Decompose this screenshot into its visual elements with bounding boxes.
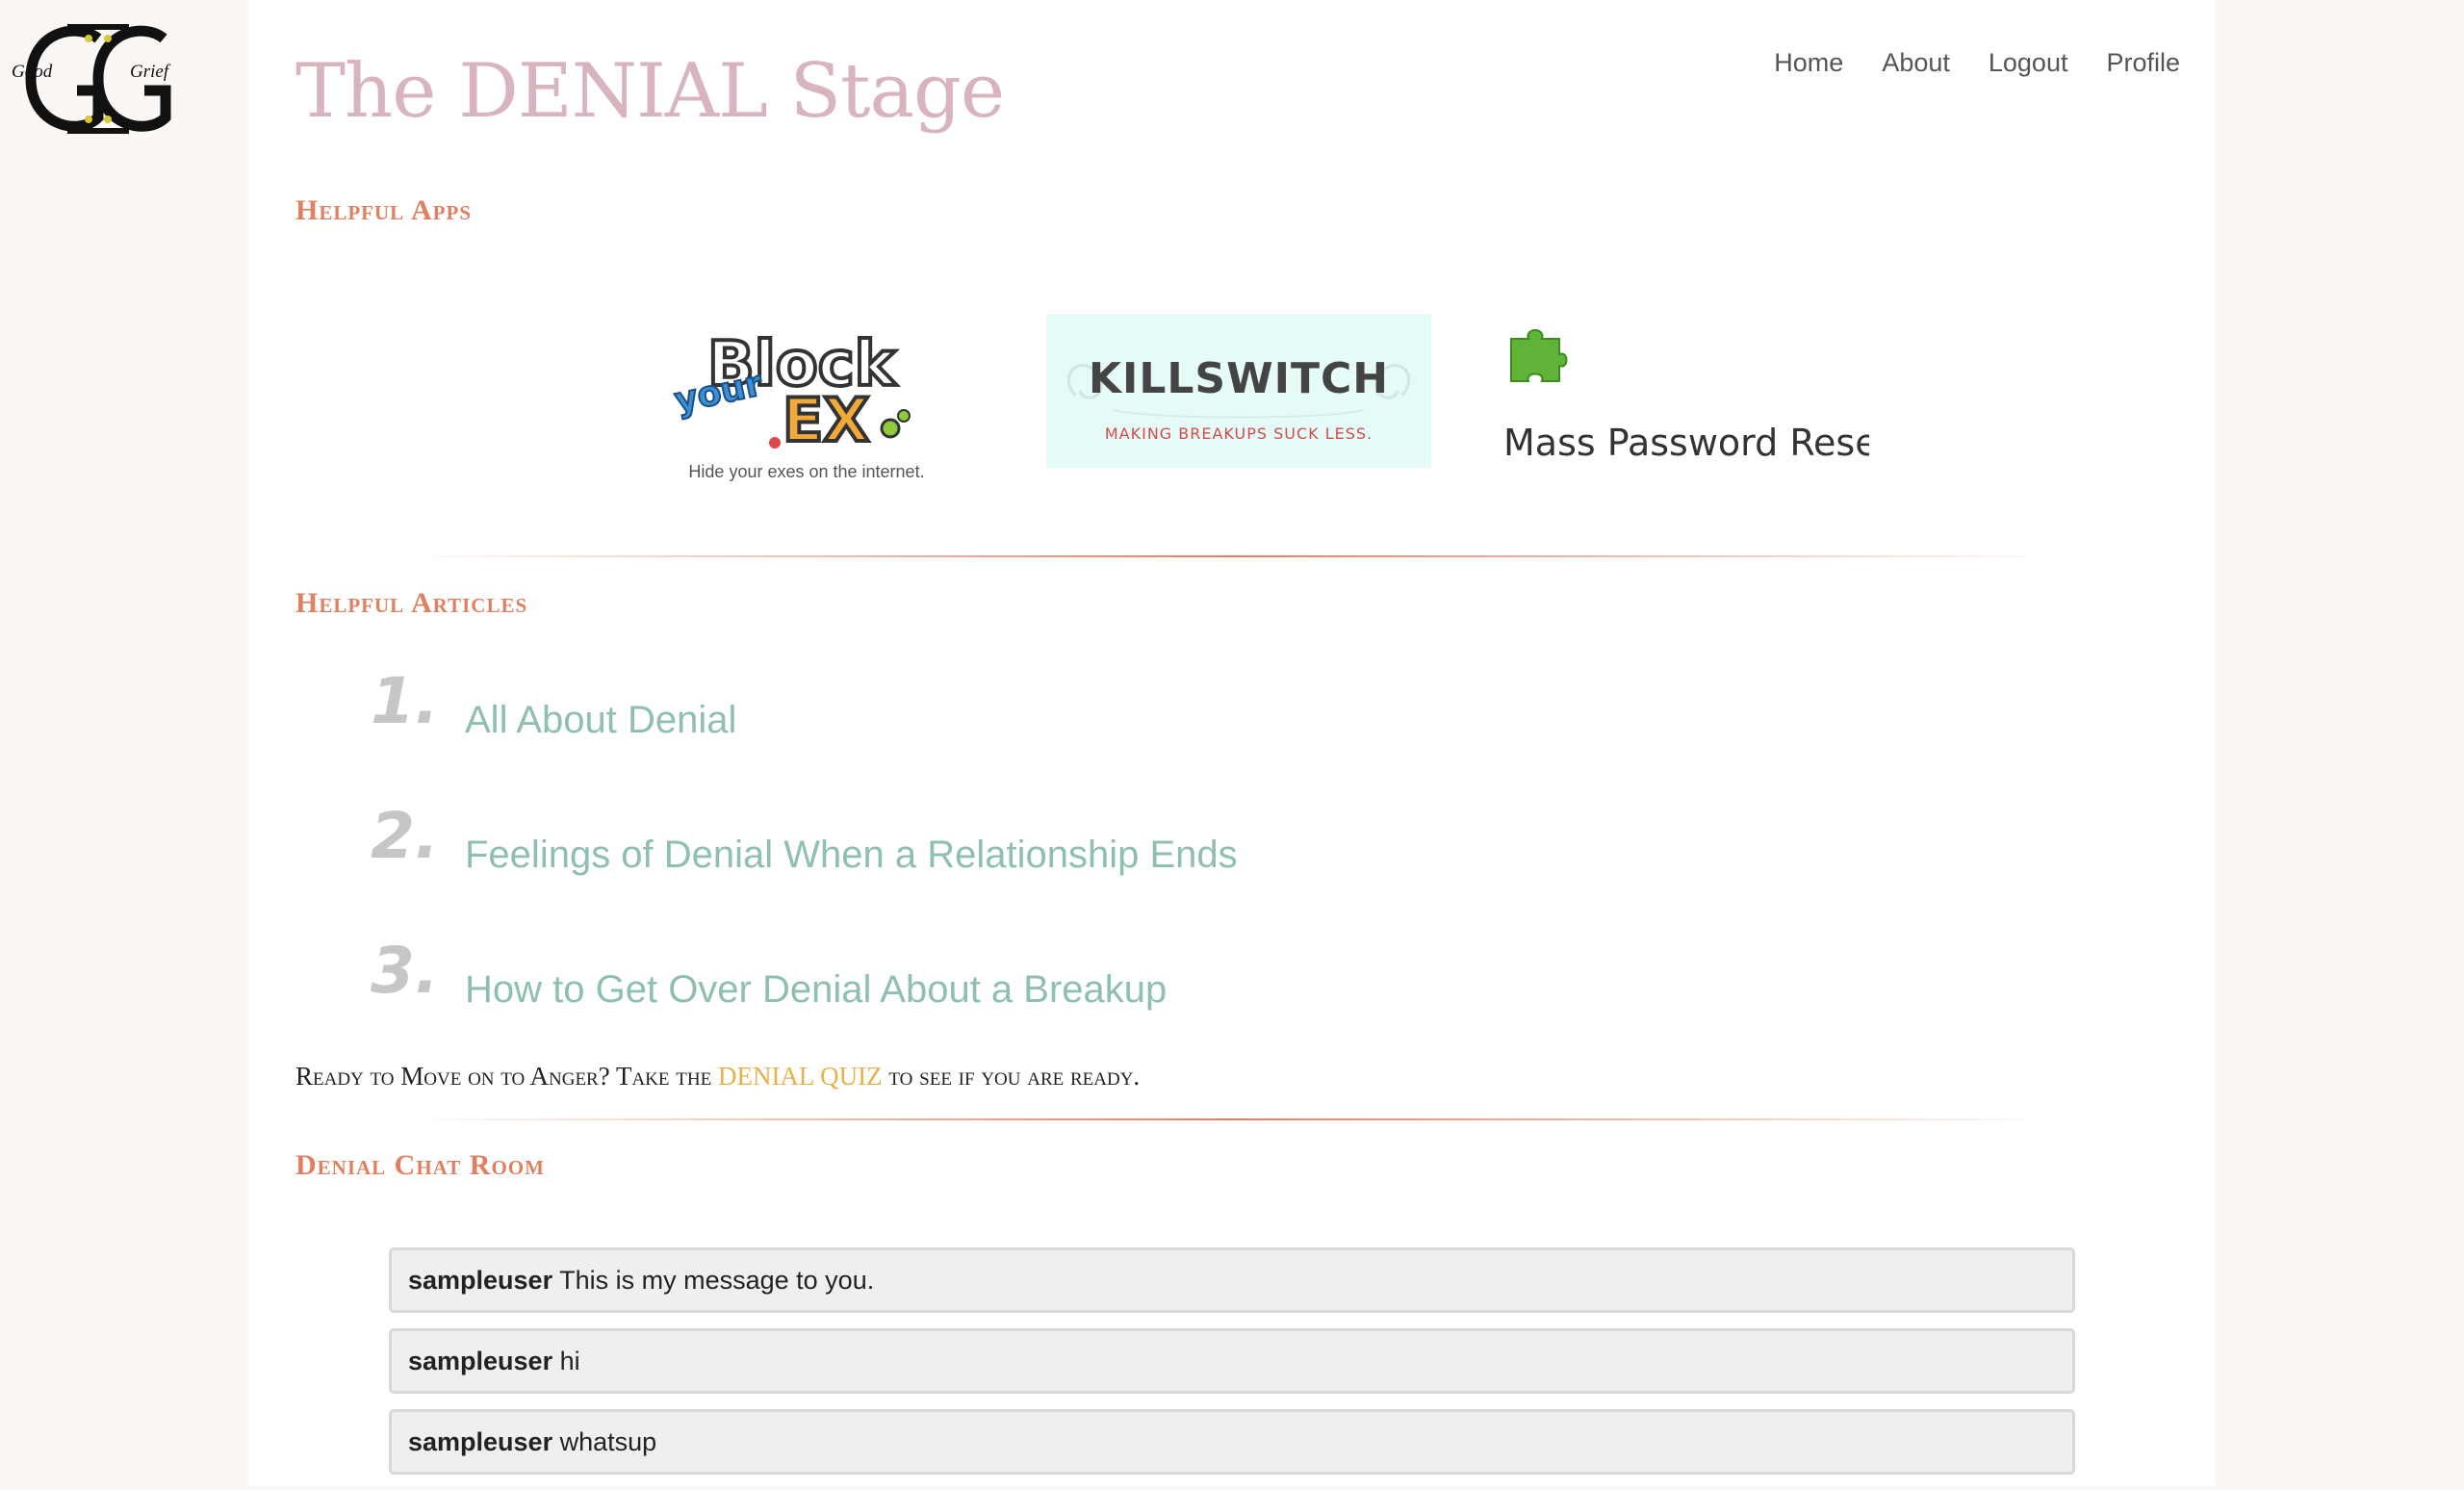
chat-text: This is my message to you. [559,1266,875,1295]
ex-word: EX [783,385,869,455]
article-link[interactable]: How to Get Over Denial About a Breakup [465,968,1167,1012]
list-item: 3. How to Get Over Denial About a Breaku… [247,934,1691,1030]
article-number: 2. [371,799,439,873]
quiz-prefix: Ready to Move on to Anger? Take the [295,1062,712,1091]
list-item: 1. All About Denial [247,664,1691,760]
chat-username: sampleuser [408,1266,553,1295]
denial-quiz-link[interactable]: DENIAL QUIZ [718,1062,883,1091]
chat-username: sampleuser [408,1427,553,1456]
chat-text: hi [559,1347,580,1375]
quiz-suffix: to see if you are ready. [888,1062,1141,1091]
chat-messages: sampleuser This is my message to you. sa… [389,1247,2075,1490]
article-number: 3. [371,934,439,1008]
denial-chat-room-heading: Denial Chat Room [295,1149,545,1181]
article-link[interactable]: All About Denial [465,699,736,742]
quiz-prompt: Ready to Move on to Anger? Take the DENI… [295,1062,1140,1092]
nav-home-link[interactable]: Home [1774,48,1843,78]
chat-username: sampleuser [408,1347,553,1375]
logo-word-grief: Grief [130,62,169,82]
section-divider [435,555,2028,557]
block-your-ex-app[interactable]: Block your EX Hide your exes on the inte… [650,308,963,486]
nav-profile-link[interactable]: Profile [2106,48,2180,78]
chat-message: sampleuser hi [389,1328,2075,1394]
nav-about-link[interactable]: About [1882,48,1950,78]
block-your-ex-tagline: Hide your exes on the internet. [688,462,925,481]
block-your-ex-logo-icon: Block your EX [670,327,911,457]
your-word: your [671,364,765,421]
article-number: 1. [371,664,439,738]
helpful-articles-heading: Helpful Articles [295,587,528,619]
list-item: 2. Feelings of Denial When a Relationshi… [247,799,1691,895]
puzzle-piece-icon [1510,329,1568,382]
page-content: The DENIAL Stage Home About Logout Profi… [247,0,2216,1486]
killswitch-app[interactable]: KILLSWITCH MAKING BREAKUPS SUCK LESS. [1046,314,1431,468]
logo-word-good: Good [12,62,53,82]
helpful-apps-heading: Helpful Apps [295,194,473,226]
killswitch-title: KILLSWITCH [1088,354,1390,403]
article-link[interactable]: Feelings of Denial When a Relationship E… [465,834,1238,877]
good-grief-logo[interactable]: Good Grief [10,17,178,141]
nav-logout-link[interactable]: Logout [1989,48,2068,78]
mass-password-reset-app[interactable]: Mass Password Reset [1503,318,1869,472]
chat-text: whatsup [559,1427,657,1456]
section-divider [435,1118,2028,1120]
chat-message: sampleuser whatsup [389,1409,2075,1475]
chat-message: sampleuser This is my message to you. [389,1247,2075,1313]
top-nav: Home About Logout Profile [1774,48,2180,78]
page-title: The DENIAL Stage [295,48,1005,135]
mass-password-reset-title: Mass Password Reset [1503,422,1869,464]
killswitch-subtitle: MAKING BREAKUPS SUCK LESS. [1104,424,1373,443]
